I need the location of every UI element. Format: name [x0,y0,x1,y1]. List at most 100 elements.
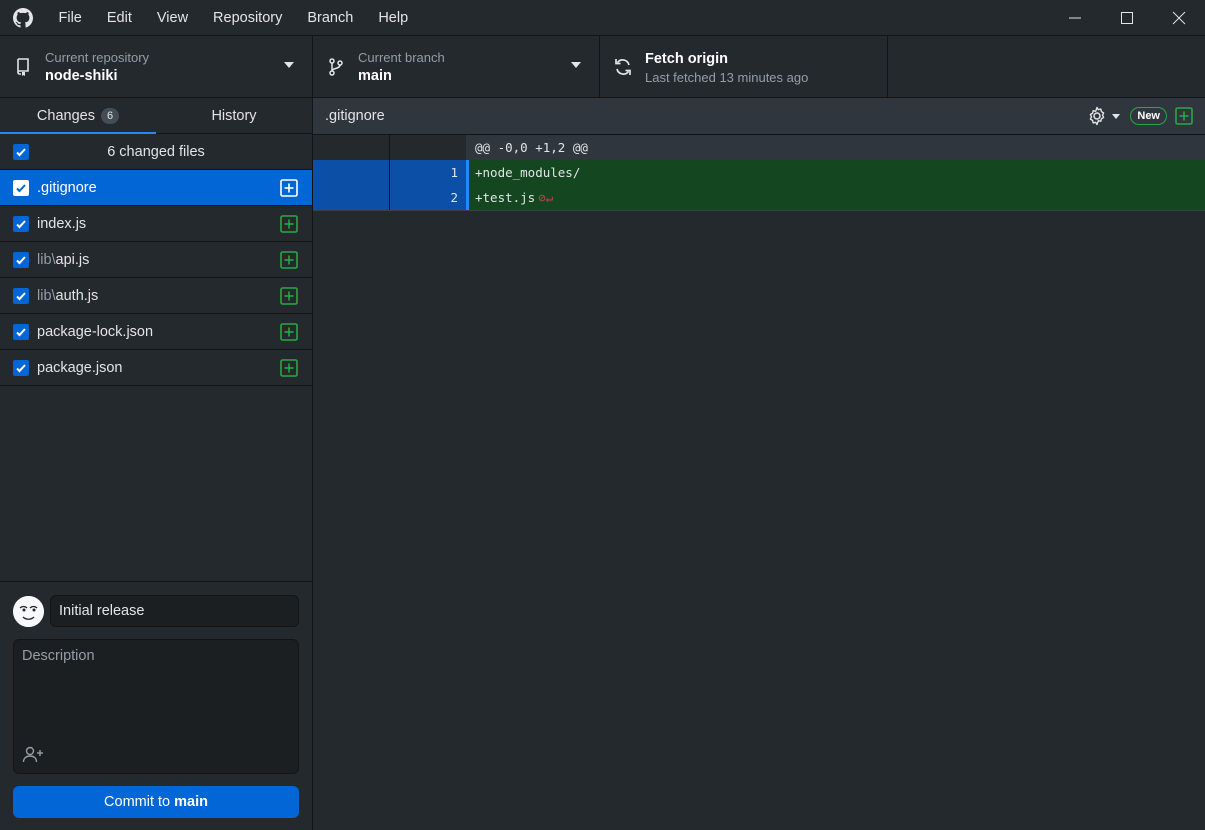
file-checkbox[interactable] [13,359,29,376]
changed-files-count: 6 changed files [107,143,205,160]
branch-icon [313,58,358,76]
diff-divider [313,210,1205,211]
tab-history[interactable]: History [156,98,312,133]
new-line-gutter [390,135,466,160]
check-icon [16,363,26,372]
check-icon [16,255,26,264]
diff-line-text: +node_modules/ [469,160,1205,185]
file-row[interactable]: .gitignore [0,170,312,206]
file-name: package.json [37,360,122,376]
file-basename: package.json [37,359,123,376]
branch-name: main [358,67,392,84]
avatar-face-icon [13,596,44,627]
diff-line-added[interactable]: 2 +test.js ⊘↵ [313,185,1205,210]
chevron-down-icon [1112,113,1121,119]
maximize-icon [1121,11,1133,24]
fetch-status: Last fetched 13 minutes ago [645,69,809,85]
branch-text: Current branch main [358,49,445,86]
gear-icon [1090,106,1105,126]
file-added-icon [280,359,298,377]
tab-changes[interactable]: Changes 6 [0,98,156,134]
file-added-icon [280,215,298,233]
file-checkbox[interactable] [13,251,29,268]
file-added-icon [280,323,298,341]
menu-branch[interactable]: Branch [295,0,366,35]
file-name: lib\api.js [37,252,89,268]
file-row[interactable]: package-lock.json [0,314,312,350]
diff-settings-button[interactable] [1087,106,1121,126]
window-controls [1049,0,1205,35]
file-checkbox[interactable] [13,215,29,232]
file-checkbox[interactable] [13,179,29,196]
diff-panel: .gitignore New @@ -0,0 +1,2 @@ 1 +node_m… [313,98,1205,830]
add-person-icon [22,746,43,763]
select-all-checkbox[interactable] [13,144,29,160]
changes-count-badge: 6 [100,107,120,124]
file-checkbox[interactable] [13,287,29,304]
minimize-icon [1069,17,1081,18]
file-row[interactable]: lib\api.js [0,242,312,278]
file-checkbox[interactable] [13,323,29,340]
commit-description-input[interactable] [14,640,298,740]
diff-table: @@ -0,0 +1,2 @@ 1 +node_modules/ 2 +test… [313,135,1205,211]
repo-label: Current repository [45,49,150,65]
close-icon [1172,11,1186,24]
menu-help[interactable]: Help [366,0,421,35]
commit-summary-input[interactable] [50,595,299,627]
file-basename: auth.js [55,287,99,304]
file-row[interactable]: package.json [0,350,312,386]
repo-icon [0,58,45,76]
commit-panel: Commit tomain [0,581,312,830]
changed-files-header: 6 changed files [0,134,312,170]
diff-line-text: +test.js [475,190,536,205]
file-basename: api.js [55,251,90,268]
diff-line-added[interactable]: 1 +node_modules/ [313,160,1205,185]
file-name: lib\auth.js [37,288,98,304]
commit-button-branch: main [174,794,208,810]
sidebar-tabs: Changes 6 History [0,98,312,134]
file-dir: lib\ [37,287,56,304]
file-added-icon [280,287,298,305]
file-row[interactable]: lib\auth.js [0,278,312,314]
file-name: .gitignore [37,180,97,196]
old-line-gutter [313,135,390,160]
chevron-down-icon [571,62,581,68]
check-icon [16,148,26,157]
title-bar: File Edit View Repository Branch Help [0,0,1205,35]
fetch-origin-button[interactable]: Fetch origin Last fetched 13 minutes ago [600,36,888,98]
maximize-button[interactable] [1101,0,1153,35]
menu-edit[interactable]: Edit [94,0,144,35]
toolbar: Current repository node-shiki Current br… [0,35,1205,98]
file-dir: lib\ [37,251,56,268]
file-basename: package-lock.json [37,323,154,340]
menu-file[interactable]: File [46,0,94,35]
file-added-icon [1175,107,1193,125]
file-added-icon [280,251,298,269]
add-coauthor-button[interactable] [20,743,46,765]
diff-hunk-header[interactable]: @@ -0,0 +1,2 @@ [313,135,1205,160]
diff-header: .gitignore New [313,98,1205,135]
current-repository-button[interactable]: Current repository node-shiki [0,36,313,98]
commit-button-prefix: Commit to [104,794,171,810]
repo-text: Current repository node-shiki [45,49,149,86]
file-basename: .gitignore [37,179,97,196]
minimize-button[interactable] [1049,0,1101,35]
menu-view[interactable]: View [144,0,200,35]
commit-button[interactable]: Commit to main [13,786,299,818]
chevron-down-icon [284,62,294,68]
diff-header-actions: New [1087,106,1193,126]
changed-file-list: .gitignore index.js lib\api.js lib\auth.… [0,170,312,386]
avatar [13,596,44,627]
menu-bar: File Edit View Repository Branch Help [46,0,421,35]
repo-name: node-shiki [45,67,118,84]
new-line-number: 1 [390,160,466,185]
file-row[interactable]: index.js [0,206,312,242]
current-branch-button[interactable]: Current branch main [313,36,600,98]
close-window-button[interactable] [1153,0,1205,35]
branch-label: Current branch [358,49,445,65]
github-logo-icon [0,0,46,35]
sync-icon [600,57,645,77]
menu-repository[interactable]: Repository [201,0,295,35]
no-newline-icon: ⊘↵ [538,190,554,205]
new-line-number: 2 [390,185,466,210]
